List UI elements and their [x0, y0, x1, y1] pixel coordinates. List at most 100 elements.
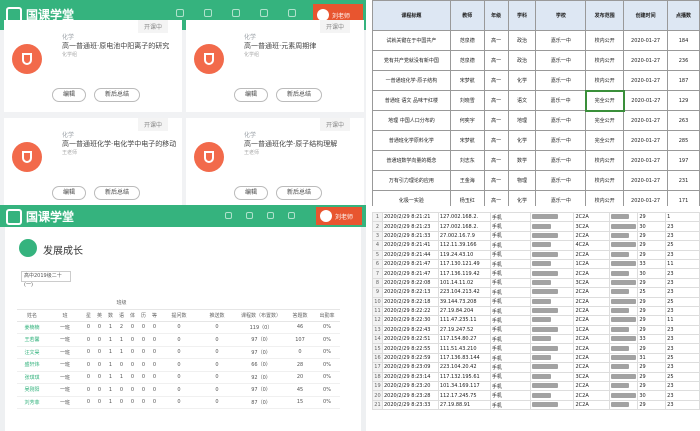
home-icon[interactable]: [176, 9, 184, 17]
table-cell[interactable]: 普通班 语文 品味干红楼: [372, 90, 451, 111]
table-cell[interactable]: 手机: [489, 240, 531, 251]
table-cell[interactable]: 政治: [507, 50, 537, 71]
table-cell[interactable]: 校内公开: [585, 70, 625, 91]
table-cell[interactable]: 236: [667, 50, 700, 71]
home-icon[interactable]: [225, 212, 232, 219]
table-cell[interactable]: 25: [665, 371, 700, 383]
redacted-cell[interactable]: [609, 230, 639, 242]
table-cell[interactable]: 高一: [483, 90, 509, 111]
table-cell[interactable]: 地理: [507, 110, 537, 131]
table-cell[interactable]: 手机: [489, 212, 531, 223]
table-cell[interactable]: 高一: [483, 30, 509, 51]
table-cell[interactable]: 物理: [507, 170, 537, 191]
table-cell[interactable]: 29: [637, 315, 667, 326]
table-cell[interactable]: 2C2A: [573, 305, 611, 317]
student-name-link[interactable]: 盛轩炜: [17, 358, 47, 372]
table-cell[interactable]: 29: [637, 305, 667, 317]
table-cell[interactable]: 25: [665, 240, 700, 251]
table-cell[interactable]: 2020/2/29 8:23:14: [381, 371, 439, 383]
student-name-link[interactable]: 姜楠楠: [17, 321, 47, 334]
course-card[interactable]: 开课中 化学 高一普通班·原电池中阳离子的研究 化学组 编辑 新后总结: [4, 20, 182, 112]
student-name-link[interactable]: 张琪琪: [17, 371, 47, 384]
edit-button[interactable]: 编辑: [234, 88, 269, 102]
message-icon[interactable]: [288, 9, 296, 17]
edit-button[interactable]: 编辑: [52, 186, 87, 200]
redacted-cell[interactable]: [609, 221, 639, 232]
row-number[interactable]: 18: [372, 371, 383, 383]
table-cell[interactable]: 高一: [483, 170, 509, 191]
redacted-cell[interactable]: [609, 381, 639, 392]
redacted-cell[interactable]: [529, 287, 575, 298]
table-row[interactable]: 万有引力理论的应用 王金海 高一 物理 嘉乐一中 校内公开 2020-01-27 231: [372, 170, 700, 191]
table-cell[interactable]: 化学: [507, 130, 537, 151]
table-cell[interactable]: 23: [665, 390, 700, 401]
table-cell[interactable]: 223.104.20.42: [437, 362, 491, 373]
table-cell[interactable]: 29: [637, 240, 667, 251]
table-cell[interactable]: 29: [637, 362, 667, 373]
table-cell[interactable]: 2020/2/29 8:23:20: [381, 381, 439, 392]
table-cell[interactable]: 285: [667, 130, 700, 151]
table-cell[interactable]: 一普通班化学·原子结构: [372, 70, 451, 91]
table-row[interactable]: 党有共产党就没有新中国 范泉德 高一 政治 嘉乐一中 校内公开 2020-01-27 236: [372, 50, 700, 71]
summary-button[interactable]: 新后总结: [94, 88, 141, 102]
summary-button[interactable]: 新后总结: [276, 186, 323, 200]
table-cell[interactable]: 刘志东: [449, 150, 485, 171]
table-cell[interactable]: 高一: [483, 110, 509, 131]
table-cell[interactable]: 高一: [483, 150, 509, 171]
table-cell[interactable]: 高一: [483, 50, 509, 71]
table-cell[interactable]: 校内公开: [585, 190, 625, 206]
table-cell[interactable]: 2020/2/29 8:22:13: [381, 287, 439, 298]
table-cell[interactable]: 3C2A: [573, 371, 611, 383]
table-cell[interactable]: 23: [665, 399, 700, 411]
table-cell[interactable]: 嘉乐一中: [535, 110, 587, 131]
row-number[interactable]: 14: [372, 334, 383, 345]
table-cell[interactable]: 2C2A: [573, 287, 611, 298]
table-cell[interactable]: 手机: [489, 381, 531, 392]
table-cell[interactable]: 29: [637, 277, 667, 289]
table-cell[interactable]: 29: [637, 249, 667, 260]
redacted-cell[interactable]: [529, 240, 575, 251]
table-cell[interactable]: 语文: [507, 90, 537, 111]
redacted-cell[interactable]: [529, 296, 575, 307]
table-cell[interactable]: 231: [667, 170, 700, 191]
table-cell[interactable]: 2020/2/29 8:21:47: [381, 258, 439, 270]
table-cell[interactable]: 2C2A: [573, 399, 611, 411]
redacted-cell[interactable]: [609, 334, 639, 345]
user-menu[interactable]: 刘老师: [316, 207, 362, 225]
table-cell[interactable]: 2020/2/29 8:21:21: [381, 212, 439, 223]
table-row[interactable]: 一普通班化学·原子结构 宋梦航 高一 化学 嘉乐一中 校内公开 2020-01-27 187: [372, 70, 700, 91]
table-cell[interactable]: 2C2A: [573, 249, 611, 260]
table-cell[interactable]: 117.136.83.144: [437, 352, 491, 364]
row-number[interactable]: 11: [372, 305, 383, 317]
row-number[interactable]: 4: [372, 240, 383, 251]
table-cell[interactable]: 嘉乐一中: [535, 190, 587, 206]
redacted-cell[interactable]: [609, 268, 639, 279]
table-cell[interactable]: 完全公开: [585, 110, 625, 131]
table-cell[interactable]: 普通班化学原料化学: [372, 130, 451, 151]
redacted-cell[interactable]: [529, 249, 575, 260]
table-cell[interactable]: 2020/2/29 8:22:18: [381, 296, 439, 307]
redacted-cell[interactable]: [609, 371, 639, 383]
course-icon[interactable]: [246, 212, 253, 219]
table-cell[interactable]: 手机: [489, 268, 531, 279]
table-cell[interactable]: 2020/2/29 8:23:09: [381, 362, 439, 373]
table-cell[interactable]: 化极一实验: [372, 190, 451, 206]
table-cell[interactable]: 171: [667, 190, 700, 206]
summary-button[interactable]: 新后总结: [94, 186, 141, 200]
redacted-cell[interactable]: [529, 305, 575, 317]
table-cell[interactable]: 223.104.213.42: [437, 287, 491, 298]
table-cell[interactable]: 手机: [489, 352, 531, 364]
table-cell[interactable]: 高一: [483, 130, 509, 151]
table-cell[interactable]: 宋梦航: [449, 130, 485, 151]
table-cell[interactable]: 刘晓雪: [449, 90, 485, 111]
redacted-cell[interactable]: [529, 258, 575, 270]
table-cell[interactable]: 嘉乐一中: [535, 170, 587, 191]
table-cell[interactable]: 119.24.43.10: [437, 249, 491, 260]
redacted-cell[interactable]: [609, 296, 639, 307]
table-cell[interactable]: 手机: [489, 399, 531, 411]
table-cell[interactable]: 校内公开: [585, 170, 625, 191]
table-cell[interactable]: 2C2A: [573, 230, 611, 242]
table-cell[interactable]: 2020/2/29 8:21:23: [381, 221, 439, 232]
table-cell[interactable]: 30: [637, 268, 667, 279]
table-cell[interactable]: 化学: [507, 70, 537, 91]
